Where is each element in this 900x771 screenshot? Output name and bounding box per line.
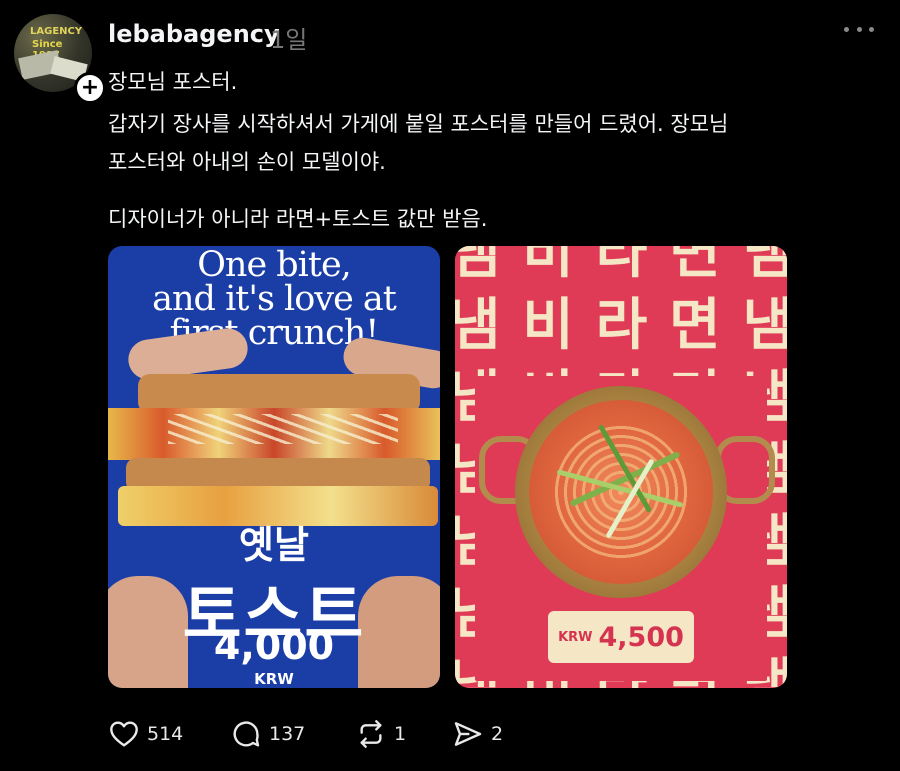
poster-price: 4,500 (598, 621, 684, 653)
poster-headline: and it's love at (152, 279, 397, 319)
share-count: 2 (491, 723, 504, 745)
send-icon (454, 722, 482, 746)
ramen-poster-image[interactable]: 냄비라면냄 냄비라면냄 냄비라면냄 냄비라면냄 냄비라면냄 냄비라면냄 냄비라면… (455, 246, 787, 688)
post-text-line: 장모님 포스터. (108, 70, 238, 94)
poster-label-small: 옛날 (239, 523, 309, 567)
share-button[interactable]: 2 (452, 717, 503, 751)
tile-text-row: 냄비라면냄 (455, 293, 787, 358)
toast-poster-image[interactable]: One bite, and it's love at first crunch!… (108, 246, 440, 688)
poster-currency: KRW (254, 670, 294, 688)
avatar-logo-text: LAGENCY (30, 26, 83, 37)
poster-price-box: KRW 4,500 (548, 611, 694, 663)
tile-text-row: 냄비라면냄 (455, 246, 787, 286)
post-text-line: 포스터와 아내의 손이 모델이야. (108, 150, 386, 174)
username[interactable]: lebabagency (108, 20, 280, 48)
like-count: 514 (147, 723, 184, 745)
post-text-line: 디자이너가 아니라 라면+토스트 값만 받음. (108, 207, 488, 231)
comment-icon (233, 721, 260, 747)
post-time: 1일 (270, 26, 308, 54)
poster-currency: KRW (558, 629, 593, 645)
repost-count: 1 (394, 723, 407, 745)
ramen-noodles (551, 422, 691, 562)
poster-headline: One bite, (197, 246, 352, 285)
post-text-line: 갑자기 장사를 시작하셔서 가게에 붙일 포스터를 만들어 드렸어. 장모님 (108, 112, 729, 136)
avatar[interactable]: LAGENCY Since 1987 + (14, 14, 106, 104)
cabbage-shreds (168, 414, 398, 444)
like-button[interactable]: 514 (108, 717, 183, 751)
poster-price: 4,000 (213, 624, 335, 668)
follow-plus-icon[interactable]: + (74, 72, 106, 104)
heart-icon (110, 721, 138, 747)
comment-count: 137 (269, 723, 306, 745)
repost-icon (360, 720, 382, 748)
more-options-icon[interactable] (844, 14, 874, 44)
repost-button[interactable]: 1 (355, 717, 406, 751)
comment-button[interactable]: 137 (230, 717, 305, 751)
